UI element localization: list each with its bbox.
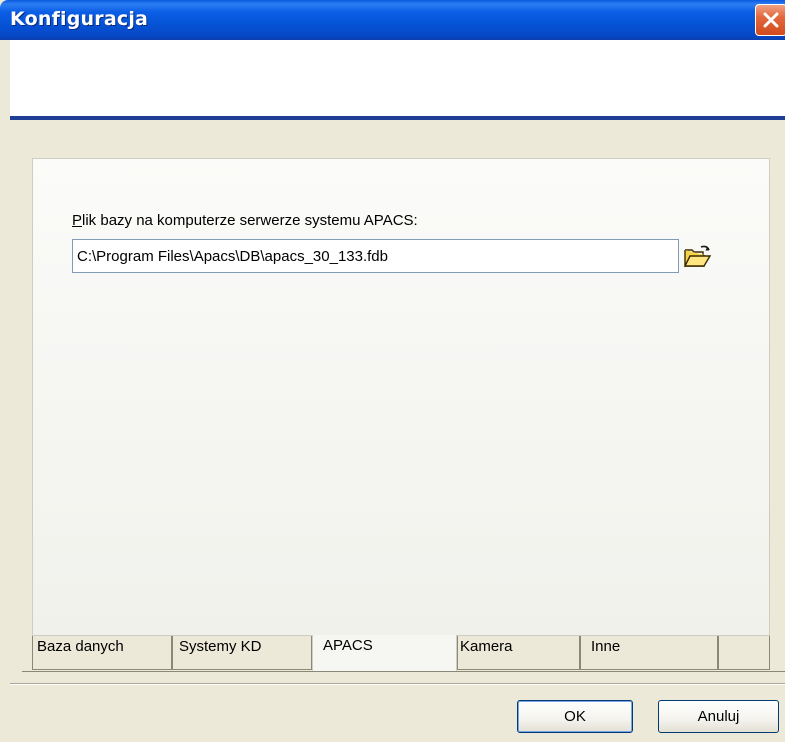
close-icon [763,12,779,28]
config-dialog: Konfiguracja Plik bazy na komputerze ser… [0,0,785,742]
tab-strip: Baza danych Systemy KD APACS Kamera Inne [0,635,785,672]
db-path-label-text: lik bazy na komputerze serwerze systemu … [82,212,418,229]
db-path-label: Plik bazy na komputerze serwerze systemu… [72,212,418,229]
tab-label: Baza danych [37,638,124,655]
close-button[interactable] [755,4,785,36]
tab-baza-danych[interactable]: Baza danych [32,636,172,670]
tab-inne[interactable]: Inne [580,636,718,670]
tab-apacs[interactable]: APACS [312,635,457,672]
tab-label: APACS [323,637,373,654]
db-path-input[interactable] [72,239,679,273]
button-separator-highlight [10,684,785,685]
cancel-button[interactable]: Anuluj [658,700,779,733]
tab-kamera[interactable]: Kamera [457,636,580,670]
tab-label: Systemy KD [179,638,262,655]
tab-label: Inne [591,638,621,655]
browse-button[interactable] [683,244,713,270]
ok-button[interactable]: OK [517,700,633,733]
tab-page-apacs [32,158,770,636]
header-panel [10,40,785,116]
tab-strip-bottom-line [22,671,785,672]
tab-label: Kamera [460,638,513,655]
tab-strip-filler [718,636,770,670]
open-folder-icon [683,245,712,267]
title-bar[interactable]: Konfiguracja [0,0,785,40]
tab-systemy-kd[interactable]: Systemy KD [172,636,312,670]
header-divider [10,116,785,120]
window-title: Konfiguracja [10,8,149,30]
db-path-label-accelerator: P [72,212,83,229]
